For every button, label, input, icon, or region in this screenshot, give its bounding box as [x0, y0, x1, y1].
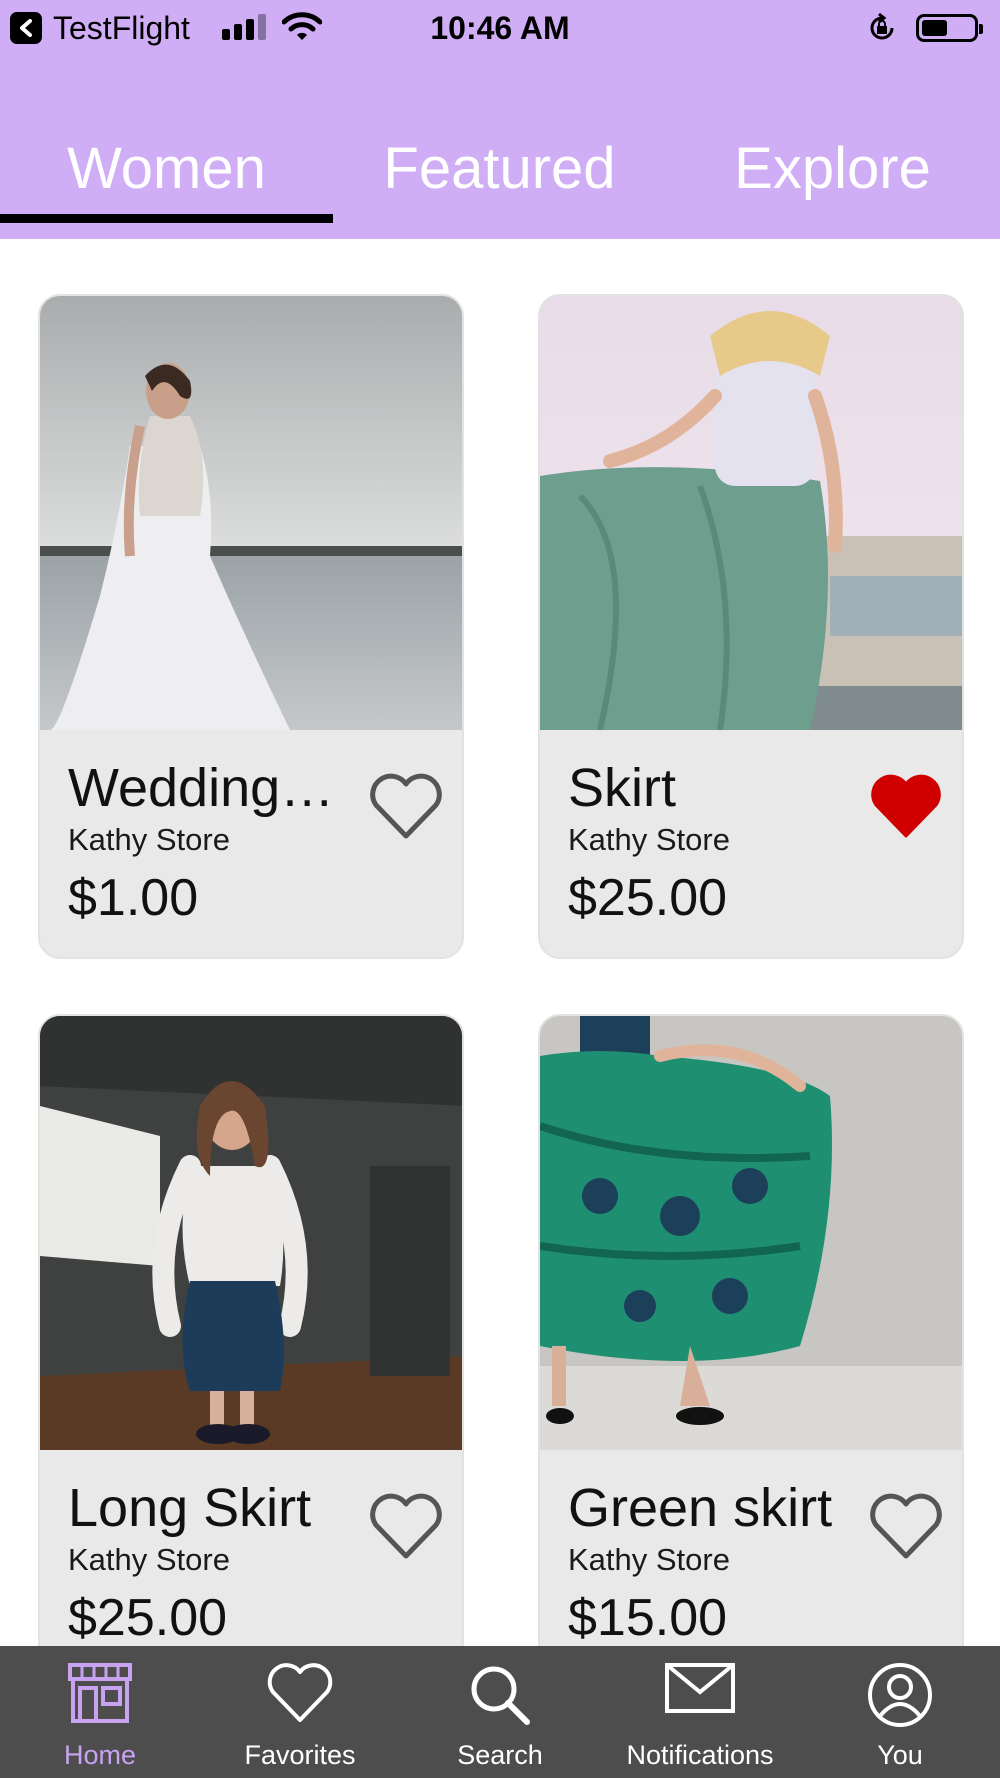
product-price: $1.00 [68, 869, 199, 927]
product-image [540, 296, 962, 730]
favorited-heart-icon[interactable] [868, 772, 944, 840]
tab-featured[interactable]: Featured [333, 134, 666, 204]
product-info: Wedding… Kathy Store $1.00 [40, 730, 462, 957]
nav-search-label: Search [457, 1740, 543, 1770]
battery-level [922, 20, 947, 36]
nav-home[interactable]: Home [0, 1646, 200, 1778]
product-info: Long Skirt Kathy Store $25.00 [40, 1450, 462, 1646]
product-title: Wedding… [68, 758, 335, 818]
bottom-tab-bar: Home Favorites Search Notifications You [0, 1646, 1000, 1778]
product-title: Green skirt [568, 1478, 833, 1538]
nav-favorites-label: Favorites [244, 1740, 356, 1770]
product-grid: Wedding… Kathy Store $1.00 Skirt Kathy S… [0, 239, 1000, 1646]
product-card[interactable]: Skirt Kathy Store $25.00 [538, 294, 964, 959]
storefront-icon [0, 1662, 200, 1732]
envelope-icon [600, 1662, 800, 1732]
search-icon [400, 1662, 600, 1732]
product-store: Kathy Store [568, 1542, 730, 1577]
product-price: $15.00 [568, 1589, 728, 1646]
favorite-heart-icon[interactable] [368, 772, 444, 840]
app-header: TestFlight 10:46 AM Women Featured Explo… [0, 0, 1000, 239]
product-image [40, 1016, 462, 1450]
nav-search[interactable]: Search [400, 1646, 600, 1778]
selected-tab-indicator [0, 214, 333, 223]
battery-icon [916, 14, 983, 42]
user-icon [800, 1662, 1000, 1732]
product-price: $25.00 [568, 869, 728, 927]
product-info: Skirt Kathy Store $25.00 [540, 730, 962, 957]
nav-favorites[interactable]: Favorites [200, 1646, 400, 1778]
product-image [540, 1016, 962, 1450]
product-store: Kathy Store [568, 822, 730, 857]
product-image [40, 296, 462, 730]
nav-you[interactable]: You [800, 1646, 1000, 1778]
status-time: 10:46 AM [430, 10, 570, 46]
favorite-heart-icon[interactable] [368, 1492, 444, 1560]
product-info: Green skirt Kathy Store $15.00 [540, 1450, 962, 1646]
nav-you-label: You [877, 1740, 923, 1770]
product-card[interactable]: Wedding… Kathy Store $1.00 [38, 294, 464, 959]
status-bar: TestFlight 10:46 AM [0, 0, 1000, 56]
tab-explore[interactable]: Explore [666, 134, 999, 204]
favorite-heart-icon[interactable] [868, 1492, 944, 1560]
product-card[interactable]: Green skirt Kathy Store $15.00 [538, 1014, 964, 1646]
product-card[interactable]: Long Skirt Kathy Store $25.00 [38, 1014, 464, 1646]
product-store: Kathy Store [68, 1542, 230, 1577]
product-title: Long Skirt [68, 1478, 312, 1538]
product-store: Kathy Store [68, 822, 230, 857]
heart-icon [200, 1662, 400, 1732]
tab-women[interactable]: Women [0, 134, 333, 204]
nav-notifications-label: Notifications [626, 1740, 774, 1770]
category-tabs: Women Featured Explore [0, 120, 1000, 223]
nav-home-label: Home [63, 1740, 137, 1770]
product-title: Skirt [568, 758, 676, 818]
product-price: $25.00 [68, 1589, 228, 1646]
nav-notifications[interactable]: Notifications [600, 1646, 800, 1778]
rotation-lock-icon [870, 12, 894, 40]
